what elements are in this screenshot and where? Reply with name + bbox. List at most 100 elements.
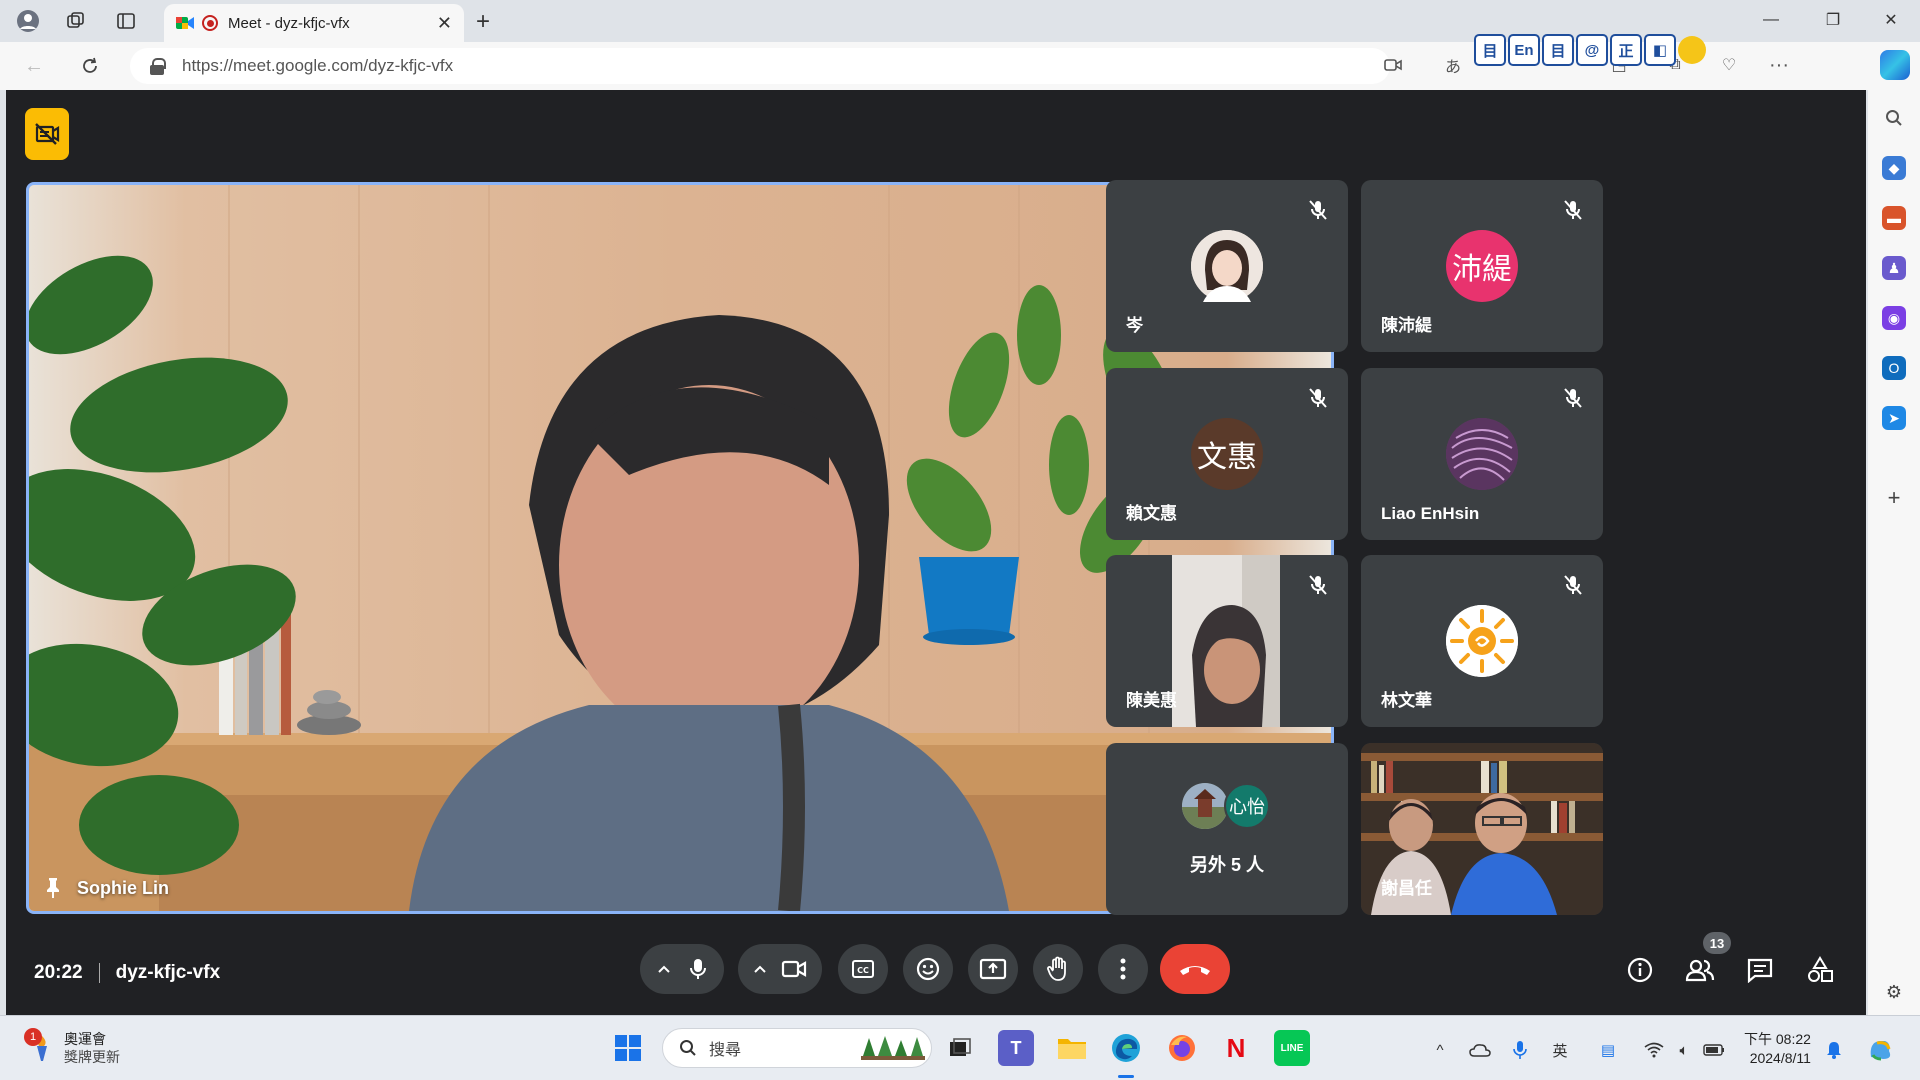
url-text: https://meet.google.com/dyz-kfjc-vfx [182, 56, 454, 75]
teams-icon[interactable]: T [998, 1030, 1034, 1066]
close-window-button[interactable]: ✕ [1866, 6, 1916, 34]
edge-browser-icon[interactable] [1108, 1030, 1144, 1066]
clock-time: 下午 08:22 [1744, 1031, 1811, 1047]
shopping-tag-icon[interactable]: ◆ [1882, 156, 1906, 180]
camera-in-use-icon[interactable] [1378, 50, 1408, 80]
participant-name: 謝昌任 [1381, 879, 1432, 898]
microsoft365-icon[interactable]: ◉ [1882, 306, 1906, 330]
widgets-button[interactable]: 1 奧運會 獎牌更新 [24, 1028, 120, 1066]
onedrive-icon[interactable] [1468, 1038, 1492, 1062]
taskbar-search[interactable]: 搜尋 [662, 1028, 932, 1068]
input-method-icon[interactable]: 英 [1548, 1038, 1572, 1062]
translate-icon[interactable]: あ [1438, 50, 1468, 80]
reactions-button[interactable] [903, 944, 953, 994]
url-field[interactable]: https://meet.google.com/dyz-kfjc-vfx [130, 48, 1390, 84]
widget-subtitle: 獎牌更新 [64, 1049, 120, 1065]
main-speaker-label: Sophie Lin [43, 877, 169, 899]
minimize-button[interactable]: — [1746, 6, 1796, 34]
participant-tile[interactable]: 沛緹 陳沛緹 [1361, 180, 1603, 352]
participant-tile[interactable]: 陳美惠 [1106, 555, 1348, 727]
extension-4-icon[interactable]: @ [1576, 34, 1608, 66]
refresh-button[interactable] [74, 52, 106, 80]
meet-control-bar: 20:22 dyz-kfjc-vfx CC 13 [6, 922, 1866, 1015]
battery-icon[interactable] [1702, 1038, 1726, 1062]
participant-name: 岑 [1126, 316, 1143, 335]
restore-button[interactable]: ❐ [1808, 6, 1858, 34]
pin-icon[interactable] [43, 877, 63, 899]
notes-tray-icon[interactable]: ▤ [1596, 1038, 1620, 1062]
mic-off-icon [1309, 388, 1327, 408]
extension-5-icon[interactable]: 正 [1610, 34, 1642, 66]
participant-count-badge: 13 [1703, 932, 1731, 954]
workspaces-icon[interactable] [56, 7, 96, 35]
sidebar-settings-icon[interactable]: ⚙ [1882, 980, 1906, 1004]
line-app-icon[interactable]: LINE [1274, 1030, 1310, 1066]
activities-button[interactable] [1804, 954, 1836, 986]
torch-icon: 1 [24, 1028, 56, 1062]
chevron-up-icon[interactable] [753, 964, 767, 974]
edge-sidebar: ◆ ▬ ♟ ◉ O ➤ + ⚙ [1868, 90, 1920, 1015]
participant-tile[interactable]: 岑 [1106, 180, 1348, 352]
companion-mode-icon[interactable] [25, 108, 69, 160]
participant-name: 林文華 [1381, 691, 1432, 710]
back-button[interactable]: ← [18, 52, 50, 80]
camera-control[interactable] [738, 944, 822, 994]
extension-sun-icon[interactable] [1678, 36, 1706, 64]
wifi-icon[interactable] [1642, 1038, 1666, 1062]
microphone-icon[interactable] [688, 957, 708, 981]
system-clock[interactable]: 下午 08:22 2024/8/11 [1744, 1030, 1811, 1068]
participant-tile[interactable]: 謝昌任 [1361, 743, 1603, 915]
volume-icon[interactable]: 🔈︎ [1672, 1038, 1696, 1062]
tray-overflow-chevron-icon[interactable]: ^ [1428, 1038, 1452, 1062]
copilot-icon[interactable] [1880, 50, 1910, 80]
outlook-icon[interactable]: O [1882, 356, 1906, 380]
browser-essentials-icon[interactable]: ♡ [1714, 50, 1744, 80]
firefox-icon[interactable] [1164, 1030, 1200, 1066]
chat-button[interactable] [1744, 954, 1776, 986]
participant-tile[interactable]: Liao EnHsin [1361, 368, 1603, 540]
new-tab-button[interactable]: + [476, 8, 490, 36]
copilot-taskbar-icon[interactable] [1866, 1038, 1896, 1062]
tools-icon[interactable]: ▬ [1882, 206, 1906, 230]
captions-button[interactable]: CC [838, 944, 888, 994]
people-button[interactable] [1684, 954, 1716, 986]
notification-bell-icon[interactable] [1822, 1038, 1846, 1062]
search-icon[interactable] [1882, 106, 1906, 130]
games-icon[interactable]: ♟ [1882, 256, 1906, 280]
more-menu-icon[interactable]: ··· [1764, 50, 1794, 80]
tab-close-icon[interactable]: ✕ [437, 13, 452, 34]
avatar: 心怡 [1224, 783, 1270, 829]
file-explorer-icon[interactable] [1054, 1030, 1090, 1066]
others-tile[interactable]: 心怡 另外 5 人 [1106, 743, 1348, 915]
mic-off-icon [1564, 575, 1582, 595]
tab-meet[interactable]: Meet - dyz-kfjc-vfx ✕ [164, 4, 464, 42]
lock-icon [150, 58, 166, 75]
emoji-icon [916, 957, 940, 981]
netflix-icon[interactable]: N [1218, 1030, 1254, 1066]
leave-call-button[interactable] [1160, 944, 1230, 994]
meeting-details-button[interactable] [1624, 954, 1656, 986]
chevron-up-icon[interactable] [657, 964, 671, 974]
participant-tile[interactable]: 林文華 [1361, 555, 1603, 727]
mic-off-icon [1309, 575, 1327, 595]
raise-hand-button[interactable] [1033, 944, 1083, 994]
video-camera-icon[interactable] [781, 959, 807, 979]
task-view-icon[interactable] [942, 1030, 978, 1066]
vertical-tabs-icon[interactable] [106, 7, 146, 35]
extension-3-icon[interactable]: 目 [1542, 34, 1574, 66]
add-sidebar-app-icon[interactable]: + [1882, 485, 1906, 510]
present-screen-button[interactable] [968, 944, 1018, 994]
extension-1-icon[interactable]: 目 [1474, 34, 1506, 66]
profile-icon[interactable] [8, 7, 48, 35]
closed-captions-icon: CC [852, 960, 874, 978]
microphone-tray-icon[interactable] [1508, 1038, 1532, 1062]
google-meet-icon [176, 15, 194, 31]
mic-control[interactable] [640, 944, 724, 994]
start-button[interactable] [610, 1030, 646, 1066]
drop-icon[interactable]: ➤ [1882, 406, 1906, 430]
avatar: 沛緹 [1446, 230, 1518, 302]
more-options-button[interactable] [1098, 944, 1148, 994]
participant-tile[interactable]: 文惠 賴文惠 [1106, 368, 1348, 540]
extension-6-icon[interactable]: ◧ [1644, 34, 1676, 66]
extension-2-icon[interactable]: En [1508, 34, 1540, 66]
